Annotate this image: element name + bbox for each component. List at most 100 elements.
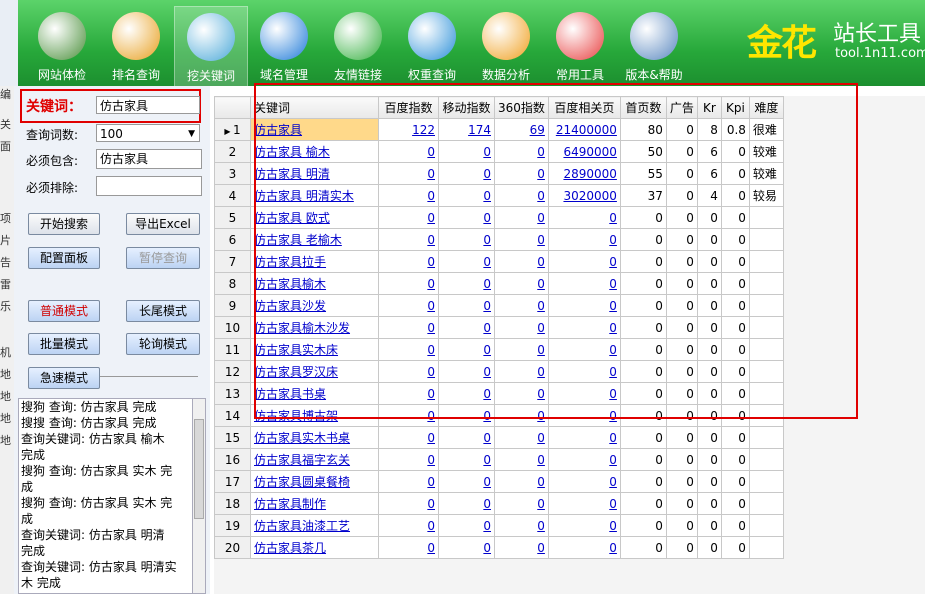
table-row[interactable]: 17 仿古家具圆桌餐椅 0 0 0 0 0 0 0 0 bbox=[214, 470, 784, 493]
keyword-link[interactable]: 仿古家具沙发 bbox=[250, 294, 379, 317]
row-number[interactable]: 3 bbox=[214, 162, 251, 185]
s3-link[interactable]: 0 bbox=[537, 321, 545, 335]
mb-link[interactable]: 0 bbox=[483, 343, 491, 357]
column-header[interactable]: 关键词 bbox=[250, 96, 379, 119]
rel-link[interactable]: 0 bbox=[609, 321, 617, 335]
mb-link[interactable]: 0 bbox=[483, 255, 491, 269]
toolbar-button-9[interactable]: 版本&帮助 bbox=[618, 6, 690, 86]
rel-link[interactable]: 2890000 bbox=[563, 167, 616, 181]
column-header[interactable]: 难度 bbox=[748, 96, 784, 119]
row-number[interactable]: ▶ 1 bbox=[214, 118, 251, 141]
keyword-link[interactable]: 仿古家具实木床 bbox=[250, 338, 379, 361]
keyword-link[interactable]: 仿古家具榆木沙发 bbox=[250, 316, 379, 339]
s3-link[interactable]: 0 bbox=[537, 255, 545, 269]
bd-link[interactable]: 0 bbox=[427, 409, 435, 423]
s3-link[interactable]: 0 bbox=[537, 541, 545, 555]
mb-link[interactable]: 0 bbox=[483, 189, 491, 203]
bd-link[interactable]: 0 bbox=[427, 541, 435, 555]
mb-link[interactable]: 0 bbox=[483, 145, 491, 159]
bd-link[interactable]: 0 bbox=[427, 475, 435, 489]
table-row[interactable]: 7 仿古家具拉手 0 0 0 0 0 0 0 0 bbox=[214, 250, 784, 273]
column-header[interactable]: 百度相关页 bbox=[547, 96, 621, 119]
rel-link[interactable]: 6490000 bbox=[563, 145, 616, 159]
column-header[interactable]: Kr bbox=[696, 96, 722, 119]
keyword-link[interactable]: 仿古家具博古架 bbox=[250, 404, 379, 427]
table-row[interactable]: 15 仿古家具实木书桌 0 0 0 0 0 0 0 0 bbox=[214, 426, 784, 449]
s3-link[interactable]: 0 bbox=[537, 211, 545, 225]
row-number[interactable]: 10 bbox=[214, 316, 251, 339]
toolbar-button-1[interactable]: 网站体检 bbox=[26, 6, 98, 86]
rel-link[interactable]: 0 bbox=[609, 299, 617, 313]
row-number[interactable]: 4 bbox=[214, 184, 251, 207]
mb-link[interactable]: 0 bbox=[483, 453, 491, 467]
mb-link[interactable]: 0 bbox=[483, 167, 491, 181]
rel-link[interactable]: 0 bbox=[609, 409, 617, 423]
s3-link[interactable]: 0 bbox=[537, 497, 545, 511]
bd-link[interactable]: 0 bbox=[427, 255, 435, 269]
mb-link[interactable]: 0 bbox=[483, 233, 491, 247]
rel-link[interactable]: 0 bbox=[609, 453, 617, 467]
bd-link[interactable]: 0 bbox=[427, 167, 435, 181]
toolbar-button-3[interactable]: 挖关键词 bbox=[174, 6, 248, 86]
bd-link[interactable]: 0 bbox=[427, 365, 435, 379]
keyword-link[interactable]: 仿古家具 欧式 bbox=[250, 206, 379, 229]
s3-link[interactable]: 0 bbox=[537, 519, 545, 533]
s3-link[interactable]: 0 bbox=[537, 431, 545, 445]
batch-mode-button[interactable]: 批量模式 bbox=[28, 333, 100, 355]
row-number[interactable]: 11 bbox=[214, 338, 251, 361]
mb-link[interactable]: 0 bbox=[483, 321, 491, 335]
column-header[interactable]: Kpi bbox=[720, 96, 750, 119]
urgent-mode-button[interactable]: 急速模式 bbox=[28, 367, 100, 389]
row-number[interactable]: 12 bbox=[214, 360, 251, 383]
table-row[interactable]: 19 仿古家具油漆工艺 0 0 0 0 0 0 0 0 bbox=[214, 514, 784, 537]
bd-link[interactable]: 122 bbox=[412, 123, 435, 137]
row-number[interactable]: 8 bbox=[214, 272, 251, 295]
bd-link[interactable]: 0 bbox=[427, 189, 435, 203]
row-number[interactable]: 7 bbox=[214, 250, 251, 273]
keyword-link[interactable]: 仿古家具实木书桌 bbox=[250, 426, 379, 449]
keyword-input[interactable]: 仿古家具 bbox=[96, 96, 200, 114]
pause-query-button[interactable]: 暂停查询 bbox=[126, 247, 200, 269]
keyword-link[interactable]: 仿古家具书桌 bbox=[250, 382, 379, 405]
row-number[interactable]: 18 bbox=[214, 492, 251, 515]
mb-link[interactable]: 0 bbox=[483, 299, 491, 313]
mb-link[interactable]: 174 bbox=[468, 123, 491, 137]
s3-link[interactable]: 0 bbox=[537, 189, 545, 203]
rel-link[interactable]: 0 bbox=[609, 343, 617, 357]
s3-link[interactable]: 0 bbox=[537, 277, 545, 291]
row-number[interactable]: 19 bbox=[214, 514, 251, 537]
rel-link[interactable]: 0 bbox=[609, 497, 617, 511]
s3-link[interactable]: 0 bbox=[537, 409, 545, 423]
table-row[interactable]: 16 仿古家具福字玄关 0 0 0 0 0 0 0 0 bbox=[214, 448, 784, 471]
table-row[interactable]: 14 仿古家具博古架 0 0 0 0 0 0 0 0 bbox=[214, 404, 784, 427]
s3-link[interactable]: 0 bbox=[537, 365, 545, 379]
row-number[interactable]: 16 bbox=[214, 448, 251, 471]
scrollbar-thumb[interactable] bbox=[194, 419, 204, 519]
mb-link[interactable]: 0 bbox=[483, 497, 491, 511]
keyword-link[interactable]: 仿古家具福字玄关 bbox=[250, 448, 379, 471]
log-scrollbar[interactable] bbox=[192, 398, 206, 594]
rel-link[interactable]: 3020000 bbox=[563, 189, 616, 203]
table-row[interactable]: 12 仿古家具罗汉床 0 0 0 0 0 0 0 0 bbox=[214, 360, 784, 383]
column-header[interactable]: 首页数 bbox=[619, 96, 667, 119]
keyword-link[interactable]: 仿古家具 明清实木 bbox=[250, 184, 379, 207]
table-row[interactable]: 6 仿古家具 老榆木 0 0 0 0 0 0 0 0 bbox=[214, 228, 784, 251]
keyword-link[interactable]: 仿古家具 榆木 bbox=[250, 140, 379, 163]
rel-link[interactable]: 0 bbox=[609, 233, 617, 247]
s3-link[interactable]: 0 bbox=[537, 299, 545, 313]
bd-link[interactable]: 0 bbox=[427, 431, 435, 445]
bd-link[interactable]: 0 bbox=[427, 387, 435, 401]
column-header[interactable]: 移动指数 bbox=[438, 96, 495, 119]
rel-link[interactable]: 0 bbox=[609, 211, 617, 225]
keyword-link[interactable]: 仿古家具茶几 bbox=[250, 536, 379, 559]
count-select[interactable]: 100 ▼ bbox=[96, 124, 200, 142]
keyword-link[interactable]: 仿古家具拉手 bbox=[250, 250, 379, 273]
keyword-link[interactable]: 仿古家具 老榆木 bbox=[250, 228, 379, 251]
s3-link[interactable]: 0 bbox=[537, 145, 545, 159]
row-number[interactable]: 14 bbox=[214, 404, 251, 427]
row-number[interactable]: 13 bbox=[214, 382, 251, 405]
bd-link[interactable]: 0 bbox=[427, 343, 435, 357]
exclude-input[interactable] bbox=[96, 176, 202, 196]
mb-link[interactable]: 0 bbox=[483, 387, 491, 401]
toolbar-button-4[interactable]: 域名管理 bbox=[248, 6, 320, 86]
